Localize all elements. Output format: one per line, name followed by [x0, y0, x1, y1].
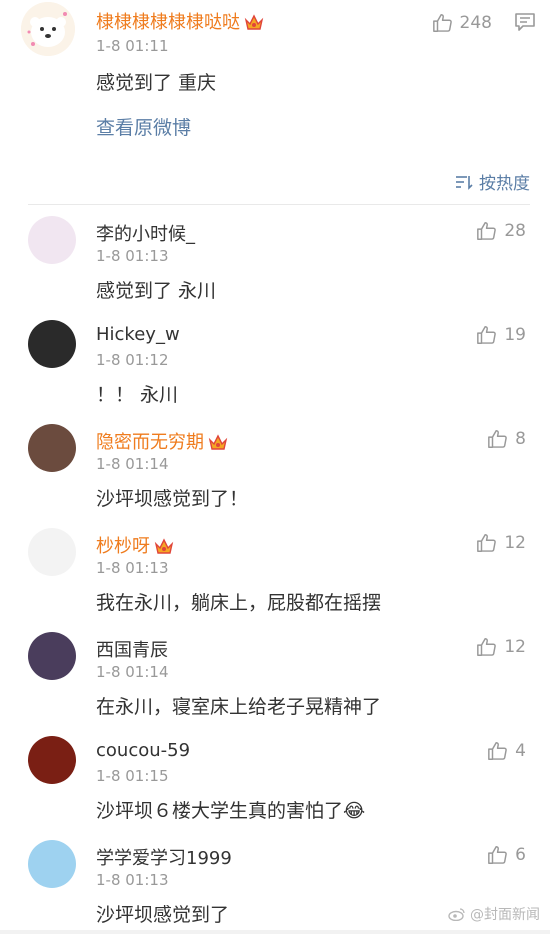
thumbs-up-icon	[477, 222, 497, 240]
like-count: 28	[504, 221, 526, 241]
username[interactable]: Hickey_w	[96, 324, 180, 345]
comment-time: 1-8 01:13	[96, 559, 169, 577]
comment-text: 感觉到了 永川	[96, 280, 217, 302]
username[interactable]: 学学爱学习1999	[96, 844, 232, 870]
like-button[interactable]: 12	[476, 532, 526, 554]
avatar[interactable]	[28, 528, 76, 576]
like-button[interactable]: 248	[432, 12, 492, 34]
like-button[interactable]: 19	[476, 324, 526, 346]
like-button[interactable]: 8	[487, 428, 526, 450]
comment-time: 1-8 01:15	[96, 767, 169, 785]
thumbs-up-icon	[477, 534, 497, 552]
username-text[interactable]: 学学爱学习1999	[96, 848, 232, 869]
watermark: @封面新闻	[448, 904, 540, 924]
like-count: 248	[459, 13, 492, 33]
comment-text: ！！ 永川	[96, 384, 179, 406]
comment-text: 在永川，寝室床上给老子晃精神了	[96, 696, 382, 718]
avatar[interactable]	[21, 2, 75, 56]
like-count: 8	[515, 429, 526, 449]
like-button[interactable]: 6	[487, 844, 526, 866]
like-count: 19	[504, 325, 526, 345]
sort-label: 按热度	[479, 174, 530, 194]
avatar[interactable]	[28, 320, 76, 368]
thumbs-up-icon	[477, 638, 497, 656]
comment-time: 1-8 01:13	[96, 871, 169, 889]
username[interactable]: 西国青辰	[96, 636, 168, 662]
main-post: 棣棣棣棣棣棣哒哒 1-8 01:11 感觉到了 重庆 248 查看原微博	[0, 0, 550, 156]
comment-time: 1-8 01:13	[96, 247, 169, 265]
weibo-icon	[448, 908, 465, 921]
comment-time: 1-8 01:12	[96, 351, 169, 369]
comment-list: 按热度 李的小时候_ 1-8 01:13 感觉到了 永川 28 Hickey_w…	[0, 156, 550, 930]
sort-icon	[456, 175, 473, 190]
username-text[interactable]: 杪杪呀	[96, 536, 150, 557]
like-button[interactable]: 28	[476, 220, 526, 242]
username-text[interactable]: 棣棣棣棣棣棣哒哒	[96, 12, 240, 33]
comment-text: 沙坪坝感觉到了	[96, 904, 230, 926]
avatar[interactable]	[28, 632, 76, 680]
avatar[interactable]	[28, 216, 76, 264]
comment-item: coucou-59 1-8 01:15 沙坪坝６楼大学生真的害怕了😂 4	[0, 726, 550, 830]
comment-time: 1-8 01:14	[96, 663, 169, 681]
comment-text: 沙坪坝６楼大学生真的害怕了😂	[96, 800, 366, 822]
view-original-link[interactable]: 查看原微博	[96, 113, 191, 140]
comment-text: 沙坪坝感觉到了！	[96, 488, 249, 510]
sort-button[interactable]: 按热度	[455, 169, 530, 194]
username[interactable]: 李的小时候_	[96, 220, 195, 246]
post-time: 1-8 01:11	[96, 37, 169, 55]
divider	[28, 204, 530, 205]
username[interactable]: coucou-59	[96, 740, 190, 761]
comment-item: Hickey_w 1-8 01:12 ！！ 永川 19	[0, 310, 550, 414]
avatar[interactable]	[28, 840, 76, 888]
avatar[interactable]	[28, 424, 76, 472]
username-text[interactable]: Hickey_w	[96, 324, 180, 345]
like-count: 12	[504, 533, 526, 553]
avatar[interactable]	[28, 736, 76, 784]
like-button[interactable]: 4	[487, 740, 526, 762]
username[interactable]: 棣棣棣棣棣棣哒哒	[96, 8, 264, 34]
comment-item: 西国青辰 1-8 01:14 在永川，寝室床上给老子晃精神了 12	[0, 622, 550, 726]
vip-crown-icon	[244, 14, 264, 30]
watermark-text: @封面新闻	[470, 907, 540, 923]
comment-time: 1-8 01:14	[96, 455, 169, 473]
username[interactable]: 杪杪呀	[96, 532, 174, 558]
username-text[interactable]: 西国青辰	[96, 640, 168, 661]
thumbs-up-icon	[488, 846, 507, 864]
like-count: 12	[504, 637, 526, 657]
comment-menu-icon[interactable]	[514, 12, 536, 32]
like-count: 6	[515, 845, 526, 865]
username-text[interactable]: 李的小时候_	[96, 224, 195, 245]
like-count: 4	[515, 741, 526, 761]
comment-item: 隐密而无穷期 1-8 01:14 沙坪坝感觉到了！ 8	[0, 414, 550, 518]
username-text[interactable]: 隐密而无穷期	[96, 432, 204, 453]
vip-crown-icon	[154, 538, 174, 554]
comment-item: 杪杪呀 1-8 01:13 我在永川，躺床上，屁股都在摇摆 12	[0, 518, 550, 622]
comment-item: 李的小时候_ 1-8 01:13 感觉到了 永川 28	[0, 206, 550, 310]
thumbs-up-icon	[488, 430, 507, 448]
like-button[interactable]: 12	[476, 636, 526, 658]
post-text: 感觉到了 重庆	[96, 72, 217, 94]
thumbs-up-icon	[488, 742, 507, 760]
username-text[interactable]: coucou-59	[96, 740, 190, 761]
thumbs-up-icon	[477, 326, 497, 344]
vip-crown-icon	[208, 434, 228, 450]
thumbs-up-icon	[432, 14, 452, 32]
username[interactable]: 隐密而无穷期	[96, 428, 228, 454]
comment-text: 我在永川，躺床上，屁股都在摇摆	[96, 592, 382, 614]
